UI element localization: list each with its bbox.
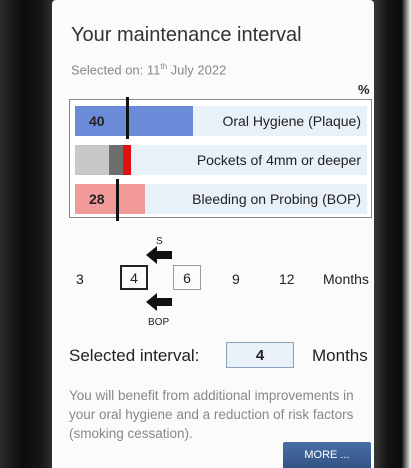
bar-value-oral-hygiene: 40	[89, 113, 105, 129]
month-option-3[interactable]: 3	[76, 271, 84, 287]
selected-interval-unit: Months	[312, 346, 368, 365]
selected-on-date: Selected on: 11th July 2022	[71, 62, 226, 77]
months-unit-label: Months	[323, 271, 369, 287]
arrow-left-icon-bop	[146, 293, 172, 311]
selected-on-suffix: July 2022	[167, 62, 227, 78]
page-title: Your maintenance interval	[71, 24, 302, 46]
month-option-6[interactable]: 6	[173, 265, 201, 290]
bar-row-pockets: Pockets of 4mm or deeper	[75, 145, 367, 175]
selected-on-prefix: Selected on: 11	[71, 62, 161, 78]
bar-fill-pockets-dark	[109, 145, 123, 175]
selected-interval-value[interactable]: 4	[226, 342, 294, 368]
marker-bleeding	[116, 179, 119, 221]
recommendation-text: You will benefit from additional improve…	[69, 388, 354, 441]
bar-label-bleeding: Bleeding on Probing (BOP)	[192, 191, 361, 207]
month-option-9[interactable]: 9	[232, 271, 240, 287]
bar-row-oral-hygiene: 40 Oral Hygiene (Plaque)	[75, 106, 367, 136]
bar-label-pockets: Pockets of 4mm or deeper	[196, 152, 361, 168]
bar-fill-pockets-red	[123, 145, 131, 175]
selected-interval-label: Selected interval:	[69, 346, 200, 365]
bar-label-oral-hygiene: Oral Hygiene (Plaque)	[222, 113, 361, 129]
device-bezel-left	[0, 0, 58, 468]
marker-oral-hygiene	[126, 97, 129, 139]
bar-value-bleeding: 28	[89, 191, 105, 207]
bar-fill-bleeding	[75, 184, 145, 214]
more-button[interactable]: MORE ...	[283, 442, 371, 468]
month-option-4[interactable]: 4	[120, 265, 148, 290]
bop-label: BOP	[148, 317, 170, 328]
risk-bars-panel: 40 Oral Hygiene (Plaque) Pockets of 4mm …	[69, 97, 372, 221]
percent-unit-label: %	[358, 82, 370, 97]
month-option-12[interactable]: 12	[279, 271, 295, 287]
bar-fill-pockets-gray	[75, 145, 109, 175]
app-screen: Your maintenance interval Selected on: 1…	[52, 0, 374, 468]
device-bezel-right	[373, 0, 411, 468]
arrow-left-icon	[146, 246, 172, 264]
